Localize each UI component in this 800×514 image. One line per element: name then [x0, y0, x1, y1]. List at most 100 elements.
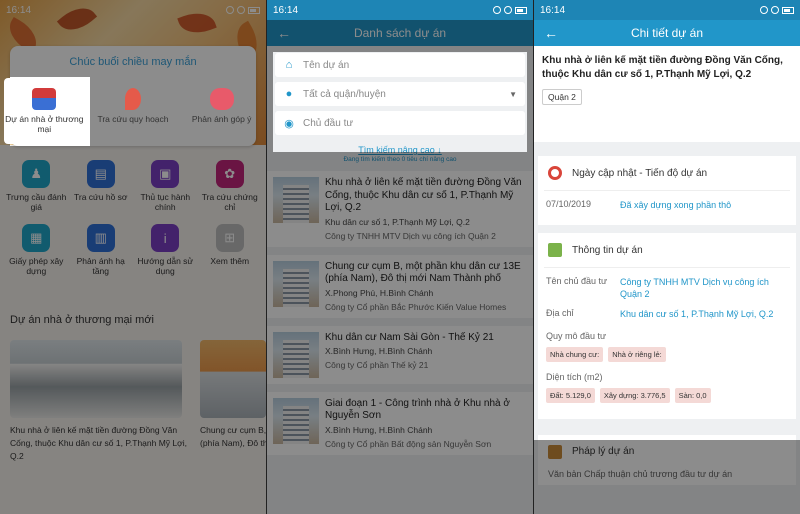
project-list-screen: 16:14 ← Danh sách dự án ⌂ Tên dự án ● Tất …	[267, 0, 533, 514]
grid-label: Xem thêm	[210, 256, 250, 266]
heart-chat-icon	[209, 88, 234, 110]
home-screen: 16:14 Chúc buổi chiều may mắn Dự án nhà …	[0, 0, 266, 514]
owner-label: Tên chủ đầu tư	[546, 276, 608, 287]
home-icon: ⌂	[285, 59, 293, 71]
info-icon: i	[151, 224, 180, 252]
district-badge: Quận 2	[542, 89, 582, 105]
info-doc-icon	[548, 243, 562, 258]
grid-label: Tra cứu chứng chỉ	[201, 192, 258, 212]
project-thumbnail	[273, 331, 319, 378]
area-tag: Xây dựng: 3.776,5	[599, 387, 670, 403]
area-label: Diện tích (m2)	[546, 371, 603, 382]
page-title: Chi tiết dự án	[630, 26, 704, 40]
owner-input[interactable]: ◉ Chủ đầu tư	[275, 111, 525, 135]
grid-item-survey[interactable]: ♟ Trưng cầu đánh giá	[4, 160, 69, 212]
document-icon: ▤	[86, 160, 115, 188]
app-bar: ← Danh sách dự án	[267, 20, 533, 46]
certificate-icon: ✿	[215, 160, 244, 188]
infrastructure-icon: ▥	[86, 224, 115, 252]
progress-status: Đã xây dựng xong phần thô	[620, 200, 732, 210]
project-image[interactable]	[10, 340, 182, 418]
house-icon	[32, 88, 57, 110]
item-company: Công ty Cổ phần Bất động sản Nguyễn Sơn	[325, 438, 492, 449]
item-title: Chung cư cụm B, một phần khu dân cư 13E …	[325, 260, 521, 285]
address-label: Địa chỉ	[546, 308, 574, 319]
area-tag: Sàn: 0,0	[674, 387, 711, 403]
map-pin-icon	[124, 88, 141, 110]
legal-text: Văn bản Chấp thuận chủ trương đầu tư dự …	[548, 468, 733, 479]
scale-tag: Nhà chung cư:	[546, 346, 604, 362]
project-name-input[interactable]: ⌂ Tên dự án	[275, 53, 525, 77]
grid-item-more[interactable]: ⊞ Xem thêm	[198, 224, 263, 276]
card-title: Thông tin dự án	[572, 244, 643, 256]
gavel-icon	[548, 444, 562, 459]
grid-label: Tra cứu hồ sơ	[74, 192, 128, 202]
grid-item-certificates[interactable]: ✿ Tra cứu chứng chỉ	[198, 160, 263, 212]
status-bar: 16:14	[267, 0, 533, 20]
quick-planning-lookup[interactable]: Tra cứu quy hoạch	[93, 78, 173, 144]
item-company: Công ty Cổ phần Bắc Phước Kiến Value Hom…	[325, 301, 507, 312]
advanced-search-link[interactable]: Tìm kiếm nâng cao ↓	[267, 145, 533, 155]
status-bar: 16:14	[0, 0, 266, 20]
feature-grid: ♟ Trưng cầu đánh giá ▤ Tra cứu hồ sơ ▣ Thủ …	[4, 160, 262, 276]
quick-feedback[interactable]: Phản ánh góp ý	[182, 78, 262, 144]
grid-item-guide[interactable]: i Hướng dẫn sử dụng	[133, 224, 198, 276]
project-thumbnail	[273, 397, 319, 444]
back-arrow-icon[interactable]: ←	[534, 25, 568, 41]
project-caption[interactable]: Khu nhà ở liên kế mặt tiền đường Đồng Vă…	[10, 424, 190, 462]
area-tag: Đất: 5.129,0	[546, 387, 595, 403]
address-value[interactable]: Khu dân cư số 1, P.Thạnh Mỹ Lợi, Q.2	[620, 308, 790, 320]
item-title: Khu dân cư Nam Sài Gòn - Thế Kỷ 21	[325, 331, 494, 343]
list-item[interactable]: Khu dân cư Nam Sài Gòn - Thế Kỷ 21 X.Bình…	[267, 325, 533, 384]
advanced-search-status: Đang tìm kiếm theo 0 tiêu chí nâng cao	[343, 156, 457, 163]
legal-card: Pháp lý dự án Văn bản Chấp thuận chủ trư…	[538, 434, 796, 485]
grid-label: Giấy phép xây dựng	[9, 256, 64, 276]
project-list: Khu nhà ở liên kế mặt tiền đường Đồng Vă…	[267, 171, 533, 455]
grid-item-documents[interactable]: ▤ Tra cứu hồ sơ	[69, 160, 134, 212]
section-title: Dự án nhà ở thương mại mới	[10, 314, 154, 326]
status-time: 16:14	[6, 4, 32, 16]
grid-item-permit[interactable]: ▦ Giấy phép xây dựng	[4, 224, 69, 276]
project-thumbnail	[273, 260, 319, 307]
grid-label: Hướng dẫn sử dụng	[137, 256, 194, 276]
item-company: Công ty TNHH MTV Dịch vụ công ích Quận 2	[325, 230, 496, 241]
card-title: Pháp lý dự án	[572, 446, 635, 458]
project-thumbnail	[273, 177, 319, 223]
person-icon: ◉	[284, 117, 294, 130]
list-item[interactable]: Chung cư cụm B, một phần khu dân cư 13E …	[267, 254, 533, 318]
permit-icon: ▦	[22, 224, 51, 252]
list-item[interactable]: Khu nhà ở liên kế mặt tiền đường Đồng Vă…	[267, 171, 533, 247]
quick-label: Phản ánh góp ý	[191, 114, 252, 124]
project-info-card: Thông tin dự án Tên chủ đầu tư Công ty TN…	[538, 233, 796, 419]
item-address: Khu dân cư số 1, P.Thạnh Mỹ Lợi, Q.2	[325, 216, 470, 227]
procedure-icon: ▣	[151, 160, 180, 188]
battery-icon	[515, 6, 527, 14]
scale-tag: Nhà ở riêng lẻ:	[608, 346, 666, 362]
list-item[interactable]: Giai đoạn 1 - Công trình nhà ở Khu nhà ở…	[267, 391, 533, 455]
status-time: 16:14	[540, 4, 566, 16]
item-address: X.Bình Hưng, H.Bình Chánh	[325, 346, 433, 356]
target-icon	[548, 166, 562, 180]
district-select[interactable]: ● Tất cả quận/huyện ▼	[275, 82, 525, 106]
battery-icon	[782, 6, 794, 14]
project-header: Khu nhà ở liên kế mặt tiền đường Đồng Vă…	[534, 46, 800, 142]
greeting-text: Chúc buổi chiều may mắn	[69, 56, 197, 68]
battery-icon	[248, 6, 260, 14]
location-icon: ●	[285, 88, 293, 100]
grid-item-infrastructure[interactable]: ▥ Phản ánh hạ tầng	[69, 224, 134, 276]
project-detail-screen: 16:14 ← Chi tiết dự án Khu nhà ở liên kế…	[534, 0, 800, 514]
project-image[interactable]	[200, 340, 266, 418]
grid-item-procedures[interactable]: ▣ Thủ tục hành chính	[133, 160, 198, 212]
project-caption[interactable]: Chung cư cụm B, một phần khu dân cư 13E …	[200, 424, 266, 450]
item-company: Công ty Cổ phần Thế kỷ 21	[325, 360, 429, 370]
owner-value[interactable]: Công ty TNHH MTV Dịch vụ công ích Quận 2	[620, 276, 790, 300]
page-title: Danh sách dự án	[353, 26, 447, 40]
status-time: 16:14	[273, 4, 299, 16]
quick-commercial-housing[interactable]: Dự án nhà ở thương mại	[4, 78, 85, 144]
quick-label: Tra cứu quy hoạch	[97, 114, 169, 124]
item-title: Giai đoạn 1 - Công trình nhà ở Khu nhà ở…	[325, 397, 510, 422]
back-arrow-icon[interactable]: ←	[267, 25, 301, 41]
item-title: Khu nhà ở liên kế mặt tiền đường Đồng Vă…	[325, 177, 522, 213]
app-bar: ← Chi tiết dự án	[534, 20, 800, 46]
grid-label: Phản ánh hạ tầng	[76, 256, 125, 276]
